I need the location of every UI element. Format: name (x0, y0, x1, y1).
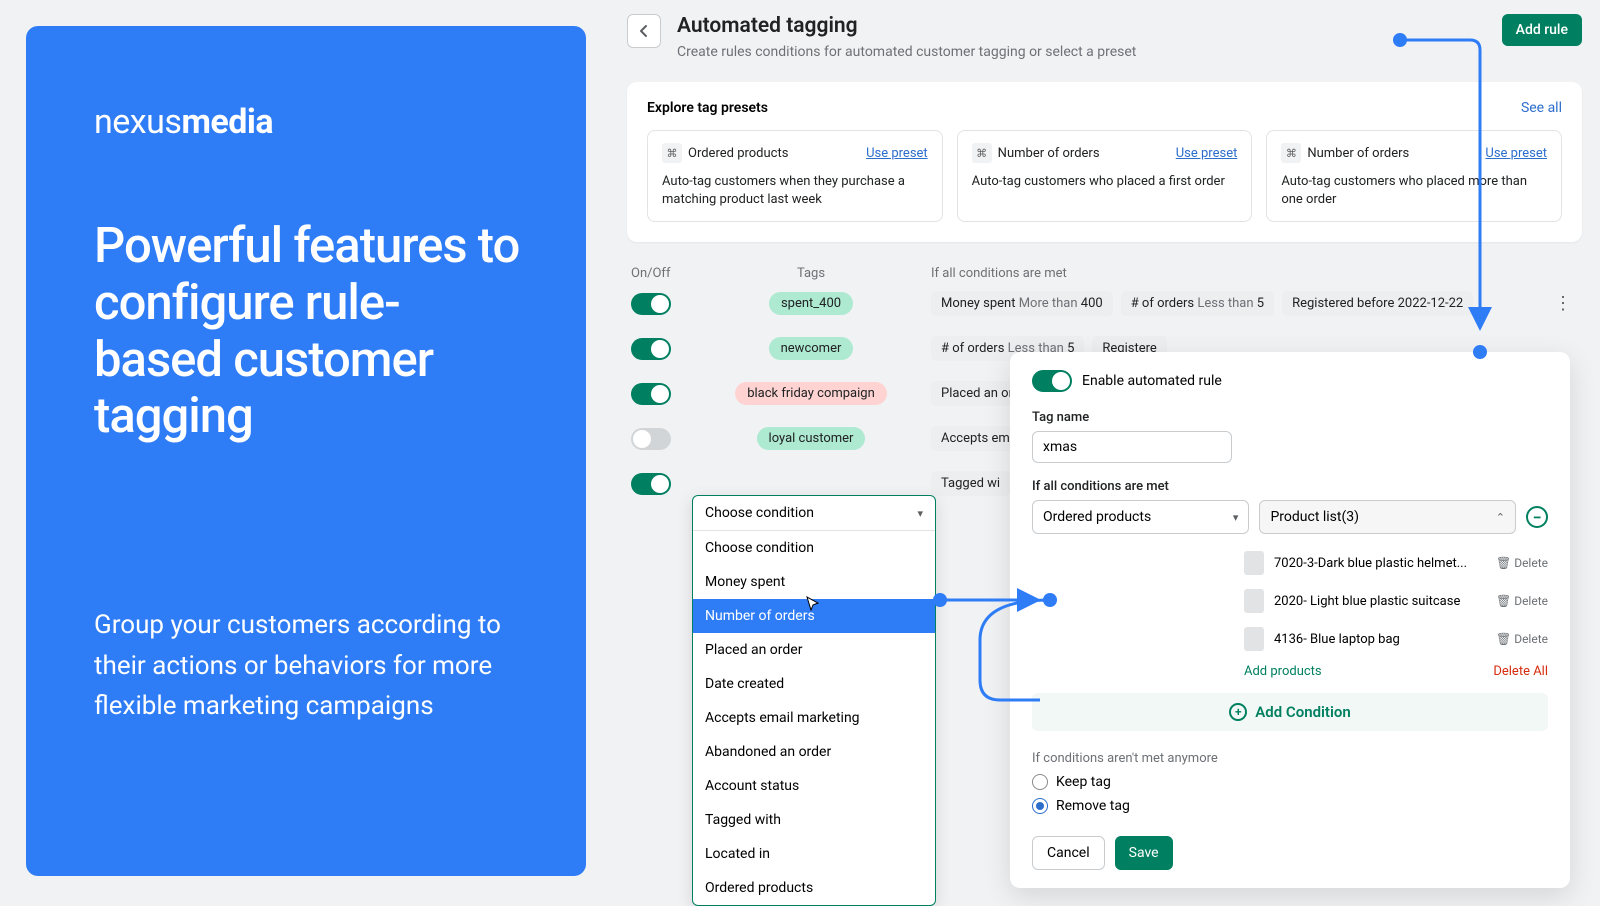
preset-desc: Auto-tag customers who placed more than … (1281, 173, 1547, 209)
condition-type-select[interactable]: Ordered products▾ (1032, 500, 1249, 534)
fallback-label: If conditions aren't met anymore (1032, 751, 1548, 766)
rule-toggle[interactable] (631, 338, 671, 360)
product-row: 7020-3-Dark blue plastic helmet... 🗑Delet… (1244, 544, 1548, 582)
col-cond: If all conditions are met (891, 266, 1578, 281)
remove-tag-radio[interactable]: Remove tag (1032, 798, 1548, 814)
preset-name: Number of orders (1307, 146, 1479, 161)
dropdown-option[interactable]: Choose condition (693, 531, 935, 565)
dropdown-option[interactable]: Located in (693, 837, 935, 871)
product-row: 2020- Light blue plastic suitcase 🗑Delete (1244, 582, 1548, 620)
tag-chip: spent_400 (769, 292, 853, 315)
chevron-up-icon: ⌃ (1496, 511, 1505, 524)
preset-icon: ⌘ (1281, 143, 1301, 163)
tag-name-label: Tag name (1032, 410, 1548, 425)
dropdown-option[interactable]: Money spent (693, 565, 935, 599)
remove-condition-button[interactable]: − (1526, 506, 1548, 528)
back-button[interactable] (627, 14, 661, 48)
rule-toggle[interactable] (631, 383, 671, 405)
select-caret-icon: ▾ (1233, 511, 1239, 524)
add-rule-button[interactable]: Add rule (1502, 14, 1582, 46)
tag-chip: black friday compaign (735, 382, 887, 405)
add-condition-button[interactable]: + Add Condition (1032, 693, 1548, 731)
presets-card: Explore tag presets See all ⌘ Ordered pro… (627, 82, 1582, 242)
rule-toggle[interactable] (631, 473, 671, 495)
delete-product-button[interactable]: 🗑Delete (1496, 632, 1548, 646)
dropdown-trigger[interactable]: Choose condition ▾ (693, 496, 935, 531)
preset-icon: ⌘ (972, 143, 992, 163)
topbar: Automated tagging Create rules condition… (627, 14, 1582, 60)
product-list-select[interactable]: Product list(3)⌃ (1259, 500, 1516, 534)
cancel-button[interactable]: Cancel (1032, 836, 1105, 870)
tag-name-input[interactable] (1032, 431, 1232, 463)
dropdown-option[interactable]: Date created (693, 667, 935, 701)
add-products-link[interactable]: Add products (1244, 664, 1322, 679)
conditions-label: If all conditions are met (1032, 479, 1548, 494)
promo-panel: nexusmedia Powerful features to configur… (26, 26, 586, 876)
see-all-link[interactable]: See all (1521, 100, 1562, 116)
condition-dropdown[interactable]: Choose condition ▾ Choose conditionMoney… (692, 495, 936, 906)
promo-subcopy: Group your customers according to their … (94, 605, 526, 726)
product-thumb (1244, 551, 1264, 575)
rules-table-header: On/Off Tags If all conditions are met (627, 266, 1582, 281)
dropdown-option[interactable]: Accepts email marketing (693, 701, 935, 735)
product-thumb (1244, 627, 1264, 651)
product-row: 4136- Blue laptop bag 🗑Delete (1244, 620, 1548, 658)
delete-product-button[interactable]: 🗑Delete (1496, 556, 1548, 570)
dropdown-option[interactable]: Tagged with (693, 803, 935, 837)
condition-chip: Tagged wi (931, 471, 1010, 496)
rule-editor-panel: Enable automated rule Tag name If all co… (1010, 352, 1570, 888)
presets-title: Explore tag presets (647, 100, 768, 116)
col-tags: Tags (731, 266, 891, 281)
preset-card: ⌘ Number of orders Use preset Auto-tag cust… (1266, 130, 1562, 222)
row-menu-button[interactable]: ⋮ (1548, 293, 1578, 314)
keep-tag-radio[interactable]: Keep tag (1032, 774, 1548, 790)
save-button[interactable]: Save (1115, 836, 1173, 870)
use-preset-link[interactable]: Use preset (1176, 146, 1238, 161)
product-name: 2020- Light blue plastic suitcase (1274, 594, 1460, 609)
page-title: Automated tagging (677, 14, 1136, 38)
tag-chip: newcomer (769, 337, 854, 360)
promo-headline: Powerful features to configure rule-base… (94, 218, 526, 445)
trash-icon: 🗑 (1496, 632, 1511, 646)
preset-desc: Auto-tag customers when they purchase a … (662, 173, 928, 209)
preset-name: Ordered products (688, 146, 860, 161)
brand-logo: nexusmedia (94, 102, 526, 142)
tag-chip: loyal customer (757, 427, 866, 450)
arrow-left-icon (636, 23, 652, 39)
condition-chip: # of orders Less than 5 (1121, 291, 1274, 316)
use-preset-link[interactable]: Use preset (1485, 146, 1547, 161)
rule-toggle[interactable] (631, 428, 671, 450)
condition-chip: Registered before 2022-12-22 (1282, 291, 1473, 316)
enable-label: Enable automated rule (1082, 373, 1222, 389)
preset-desc: Auto-tag customers who placed a first or… (972, 173, 1238, 191)
dropdown-option[interactable]: Account status (693, 769, 935, 803)
preset-icon: ⌘ (662, 143, 682, 163)
delete-product-button[interactable]: 🗑Delete (1496, 594, 1548, 608)
col-onoff: On/Off (631, 266, 731, 281)
dropdown-option[interactable]: Abandoned an order (693, 735, 935, 769)
rule-toggle[interactable] (631, 293, 671, 315)
delete-all-link[interactable]: Delete All (1493, 664, 1548, 679)
condition-chip: Money spent More than 400 (931, 291, 1113, 316)
rule-row: spent_400 Money spent More than 400 # of o… (627, 281, 1582, 326)
select-caret-icon: ▾ (917, 507, 923, 520)
preset-card: ⌘ Number of orders Use preset Auto-tag cust… (957, 130, 1253, 222)
preset-card: ⌘ Ordered products Use preset Auto-tag cust… (647, 130, 943, 222)
plus-circle-icon: + (1229, 703, 1247, 721)
page-subtitle: Create rules conditions for automated cu… (677, 44, 1136, 60)
trash-icon: 🗑 (1496, 594, 1511, 608)
title-block: Automated tagging Create rules condition… (677, 14, 1136, 60)
trash-icon: 🗑 (1496, 556, 1511, 570)
dropdown-option[interactable]: Placed an order (693, 633, 935, 667)
preset-name: Number of orders (998, 146, 1170, 161)
product-name: 7020-3-Dark blue plastic helmet... (1274, 556, 1467, 571)
product-thumb (1244, 589, 1264, 613)
product-name: 4136- Blue laptop bag (1274, 632, 1400, 647)
enable-toggle[interactable] (1032, 370, 1072, 392)
cursor-icon (805, 595, 823, 618)
use-preset-link[interactable]: Use preset (866, 146, 928, 161)
